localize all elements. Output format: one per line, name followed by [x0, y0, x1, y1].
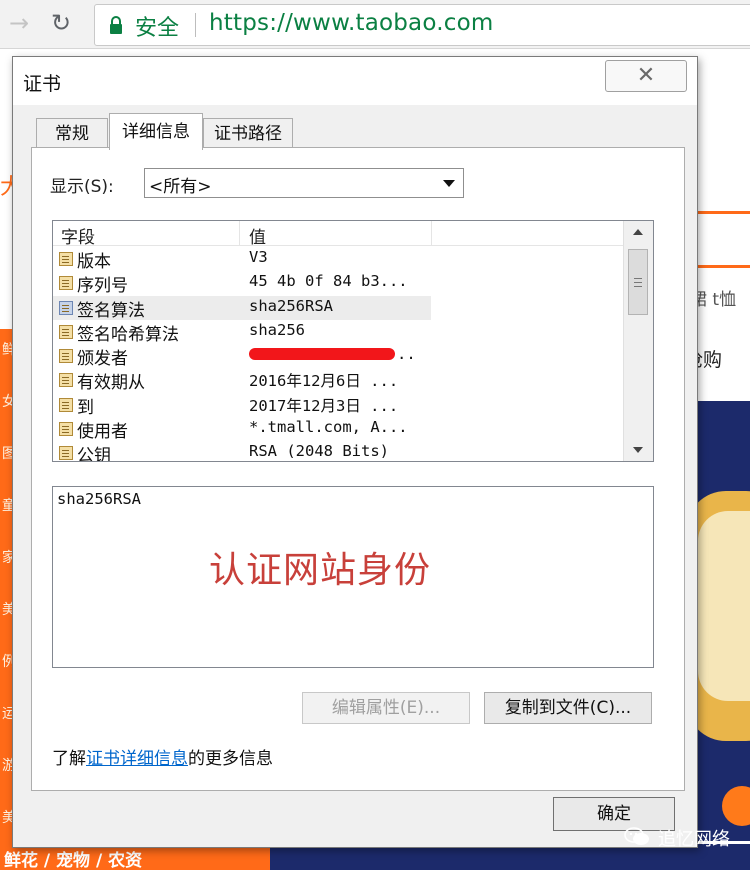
cert-field-icon — [59, 276, 73, 291]
field-value: 2017年12月3日 ... — [249, 396, 399, 415]
field-name: 签名算法 — [77, 300, 145, 321]
show-select-value[interactable]: <所有> — [149, 172, 212, 197]
wechat-icon — [624, 827, 649, 845]
cert-field-icon — [59, 373, 73, 388]
list-item[interactable]: 有效期从 2016年12月6日 ... — [53, 368, 623, 394]
field-name: 序列号 — [77, 276, 128, 297]
banner-decoration — [722, 786, 750, 826]
dialog-title: 证书 — [23, 73, 62, 95]
scroll-down-icon[interactable] — [633, 447, 643, 453]
cert-field-icon — [59, 324, 73, 339]
list-item[interactable]: 签名哈希算法 sha256 — [53, 320, 623, 345]
details-panel: 显示(S): <所有> 字段 值 版本 V3 序列号 45 4b 0f 84 b… — [31, 147, 685, 791]
list-item[interactable]: 颁发者 .. — [53, 344, 623, 370]
tab-details[interactable]: 详细信息 — [109, 113, 203, 150]
value-detail-text[interactable]: sha256RSA — [57, 490, 141, 508]
list-item[interactable]: 公钥 RSA (2048 Bits) — [53, 441, 623, 462]
field-name: 签名哈希算法 — [77, 324, 179, 345]
watermark-text: 追忆网络 — [658, 829, 730, 850]
chevron-down-icon[interactable] — [443, 180, 455, 187]
copy-to-file-button[interactable]: 复制到文件(C)... — [484, 692, 652, 724]
field-name: 颁发者 — [77, 349, 128, 370]
cert-field-icon — [59, 252, 73, 266]
field-name: 到 — [77, 397, 94, 418]
bg-divider — [690, 265, 750, 268]
column-header-field[interactable]: 字段 — [61, 223, 95, 248]
show-label: 显示(S): — [50, 177, 114, 197]
url-text[interactable]: https://www.taobao.com — [209, 10, 493, 36]
certificate-dialog: 证书 ✕ 常规 详细信息 证书路径 显示(S): <所有> 字段 值 版本 V3 — [12, 56, 698, 848]
field-value: RSA (2048 Bits) — [249, 442, 389, 461]
cert-field-icon — [59, 397, 73, 412]
overlay-caption: 认证网站身份 — [209, 550, 432, 591]
vertical-scrollbar[interactable] — [623, 221, 653, 461]
field-value: 2016年12月6日 ... — [249, 372, 399, 391]
tab-general[interactable]: 常规 — [36, 118, 108, 149]
dialog-titlebar[interactable]: 证书 ✕ — [13, 57, 697, 105]
list-item[interactable]: 版本 V3 — [53, 247, 623, 272]
address-bar[interactable]: 安全 https://www.taobao.com — [94, 4, 750, 46]
category-menu-text[interactable]: 鲜花 / 宠物 / 农资 — [4, 846, 142, 870]
omnibox-divider — [195, 13, 196, 37]
column-header-value[interactable]: 值 — [249, 223, 266, 248]
field-name: 版本 — [77, 252, 111, 272]
secure-label[interactable]: 安全 — [135, 10, 179, 42]
close-button[interactable]: ✕ — [605, 60, 687, 92]
browser-toolbar: → ↻ 安全 https://www.taobao.com — [0, 0, 750, 49]
field-value: *.tmall.com, A... — [249, 418, 408, 437]
learn-more-text: 了解证书详细信息的更多信息 — [52, 744, 273, 769]
field-value: 45 4b 0f 84 b3... — [249, 272, 408, 291]
column-divider[interactable] — [239, 221, 240, 245]
tab-certification-path[interactable]: 证书路径 — [203, 118, 293, 149]
grip-icon — [634, 278, 642, 279]
field-value: .. — [397, 345, 416, 364]
list-header: 字段 值 — [53, 221, 623, 248]
scroll-thumb[interactable] — [628, 249, 648, 315]
field-name: 使用者 — [77, 422, 128, 443]
learn-more-suffix: 的更多信息 — [188, 749, 273, 769]
list-item-selected[interactable]: 签名算法 sha256RSA — [53, 295, 431, 321]
list-item[interactable]: 使用者 *.tmall.com, A... — [53, 417, 623, 443]
forward-arrow-icon[interactable]: → — [4, 8, 34, 38]
field-value: sha256RSA — [249, 296, 333, 315]
ok-button[interactable]: 确定 — [553, 797, 675, 831]
value-detail-box[interactable]: sha256RSA 认证网站身份 — [52, 486, 654, 668]
learn-more-prefix: 了解 — [52, 749, 86, 769]
list-item[interactable]: 序列号 45 4b 0f 84 b3... — [53, 271, 623, 297]
cert-field-icon — [59, 300, 73, 315]
list-item[interactable]: 到 2017年12月3日 ... — [53, 393, 623, 418]
scroll-up-icon[interactable] — [633, 229, 643, 235]
column-divider[interactable] — [431, 221, 432, 245]
cert-field-icon — [59, 422, 73, 437]
field-name: 有效期从 — [77, 373, 145, 394]
banner-decoration — [698, 511, 750, 701]
field-value: V3 — [249, 248, 268, 266]
show-select[interactable]: <所有> — [144, 168, 464, 198]
close-icon[interactable]: ✕ — [606, 61, 686, 91]
reload-icon[interactable]: ↻ — [46, 8, 76, 38]
lock-icon[interactable] — [109, 16, 123, 34]
cert-field-icon — [59, 349, 73, 364]
cert-field-icon — [59, 446, 73, 461]
redaction-mark — [249, 348, 395, 361]
field-list[interactable]: 字段 值 版本 V3 序列号 45 4b 0f 84 b3... 签名算法 sh… — [52, 220, 654, 462]
edit-properties-button[interactable]: 编辑属性(E)... — [302, 692, 470, 724]
field-name: 公钥 — [77, 446, 111, 462]
certificate-details-link[interactable]: 证书详细信息 — [86, 749, 188, 769]
field-rows: 版本 V3 序列号 45 4b 0f 84 b3... 签名算法 sha256R… — [53, 247, 623, 462]
bg-divider — [690, 211, 750, 214]
field-value: sha256 — [249, 320, 305, 339]
